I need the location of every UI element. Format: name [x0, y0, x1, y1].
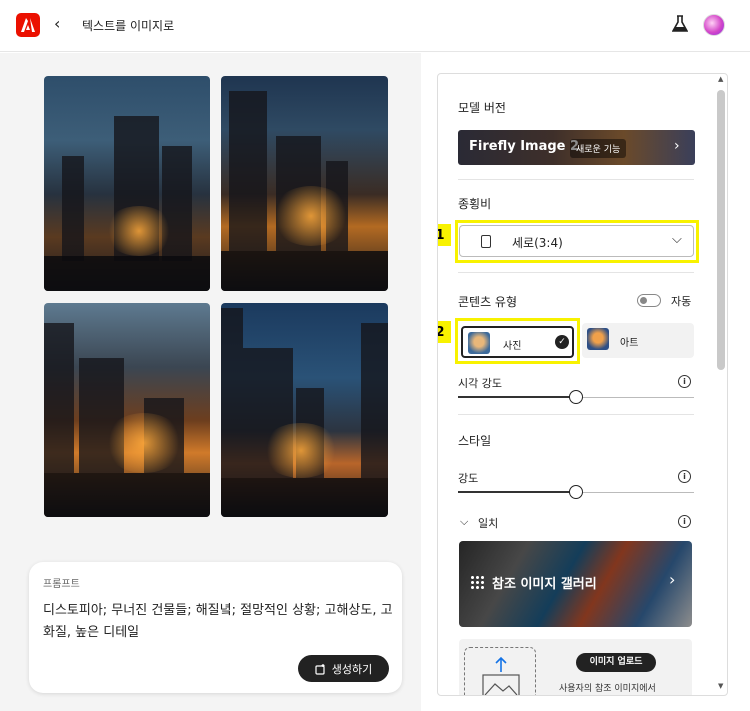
- auto-toggle-label: 자동: [671, 295, 692, 308]
- adobe-logo-icon[interactable]: [16, 13, 40, 37]
- prompt-label: 프롬프트: [43, 579, 80, 590]
- prompt-card: 프롬프트 디스토피아; 무너진 건물들; 해질녘; 절망적인 상황; 고해상도,…: [29, 562, 402, 693]
- scroll-down-icon[interactable]: ▼: [718, 682, 723, 690]
- visual-intensity-label: 시각 강도: [458, 377, 502, 390]
- generated-image-1[interactable]: [44, 76, 210, 291]
- divider: [458, 179, 694, 180]
- model-version-button[interactable]: Firefly Image 2 새로운 기능 ›: [458, 130, 695, 165]
- prompt-input[interactable]: 디스토피아; 무너진 건물들; 해질녘; 절망적인 상황; 고해상도, 고화질,…: [43, 600, 393, 644]
- aspect-ratio-title: 종횡비: [458, 197, 492, 211]
- photo-thumbnail: [468, 332, 490, 354]
- new-feature-badge: 새로운 기능: [570, 139, 627, 158]
- upload-image-icon[interactable]: [464, 647, 536, 695]
- art-label: 아트: [620, 338, 639, 349]
- page-title: 텍스트를 이미지로: [82, 19, 175, 33]
- info-icon[interactable]: i: [678, 375, 691, 388]
- gallery-label: 참조 이미지 갤러리: [492, 577, 597, 592]
- divider: [458, 272, 694, 273]
- generated-image-2[interactable]: [221, 76, 388, 291]
- style-title: 스타일: [458, 434, 492, 448]
- check-icon: ✓: [555, 335, 569, 349]
- grid-icon: [470, 575, 484, 589]
- content-type-title: 콘텐츠 유형: [458, 295, 518, 309]
- scroll-up-icon[interactable]: ▲: [718, 75, 723, 83]
- annotation-number-2: 2: [438, 321, 451, 343]
- strength-slider[interactable]: [458, 485, 694, 499]
- reference-gallery-button[interactable]: 참조 이미지 갤러리 ›: [459, 541, 692, 627]
- info-icon[interactable]: i: [678, 470, 691, 483]
- annotation-number-1: 1: [438, 224, 451, 246]
- auto-toggle[interactable]: [637, 294, 661, 307]
- generated-image-4[interactable]: [221, 303, 388, 517]
- chevron-left-icon[interactable]: ‹: [54, 14, 60, 33]
- slider-thumb[interactable]: [569, 390, 583, 404]
- content-type-art[interactable]: 아트: [582, 323, 694, 358]
- generate-icon: [315, 663, 325, 675]
- generated-image-3[interactable]: [44, 303, 210, 517]
- art-thumbnail: [587, 328, 609, 350]
- match-label[interactable]: 일치: [478, 515, 498, 531]
- upload-image-button[interactable]: 이미지 업로드: [576, 653, 656, 672]
- model-name: Firefly Image 2: [469, 139, 580, 154]
- slider-fill: [458, 491, 576, 493]
- content-type-photo[interactable]: 사진 ✓: [461, 326, 574, 358]
- chevron-down-icon: ⌵: [672, 232, 682, 247]
- divider: [458, 414, 694, 415]
- generate-button[interactable]: 생성하기: [298, 655, 389, 682]
- flask-icon[interactable]: [671, 15, 689, 37]
- avatar[interactable]: [703, 14, 725, 36]
- portrait-icon: [481, 235, 491, 248]
- settings-panel: ▲ ▼ 모델 버전 Firefly Image 2 새로운 기능 › 종횡비 1…: [437, 73, 728, 696]
- aspect-ratio-select[interactable]: 세로(3:4) ⌵: [459, 225, 694, 257]
- model-version-title: 모델 버전: [458, 101, 506, 115]
- top-bar: ‹ 텍스트를 이미지로: [0, 0, 750, 52]
- info-icon[interactable]: i: [678, 515, 691, 528]
- chevron-down-icon[interactable]: ⌵: [460, 515, 468, 529]
- aspect-ratio-value: 세로(3:4): [512, 236, 563, 250]
- upload-area[interactable]: 이미지 업로드 사용자의 참조 이미지에서: [459, 639, 692, 695]
- slider-fill: [458, 396, 576, 398]
- slider-thumb[interactable]: [569, 485, 583, 499]
- photo-label: 사진: [503, 341, 522, 352]
- generate-button-label: 생성하기: [331, 662, 373, 676]
- chevron-right-icon: ›: [674, 138, 680, 154]
- chevron-right-icon: ›: [669, 570, 676, 589]
- upload-description: 사용자의 참조 이미지에서: [559, 684, 656, 694]
- strength-label: 강도: [458, 472, 479, 485]
- scrollbar-thumb[interactable]: [717, 90, 725, 370]
- visual-intensity-slider[interactable]: [458, 390, 694, 404]
